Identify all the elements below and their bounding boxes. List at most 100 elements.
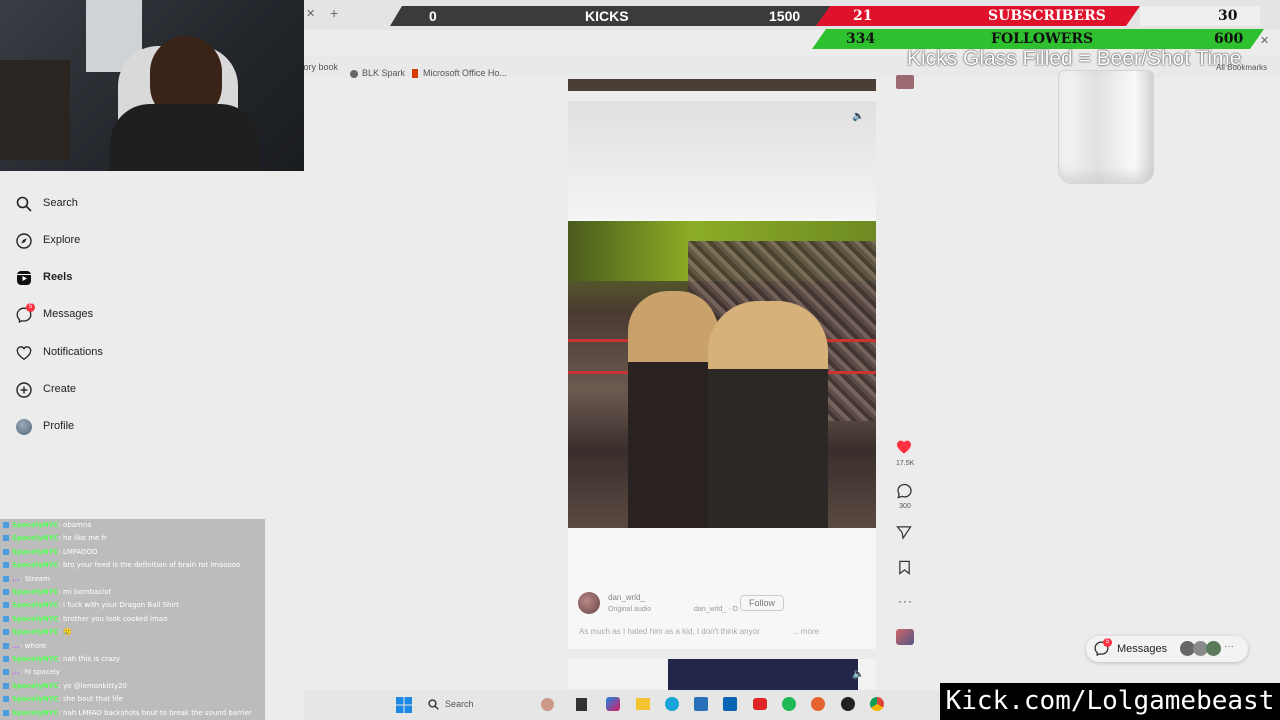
more-options-icon[interactable]: ··· [898,594,913,608]
save-bookmark-icon[interactable] [898,560,911,575]
chat-username[interactable]: SpacelyNYC [12,628,58,636]
chat-username[interactable]: SpacelyNYC [12,615,58,623]
file-explorer-icon[interactable] [636,698,650,710]
more-icon[interactable]: ··· [1224,641,1234,652]
followers-label: FOLLOWERS [991,31,1094,47]
chat-text: : he like me fr [58,534,107,543]
chat-username[interactable]: SpacelyNYC [12,561,58,569]
task-view-icon[interactable] [576,698,587,711]
chat-username[interactable]: SpacelyNYC [12,521,58,529]
chat-badge-icon [3,562,9,569]
mute-icon[interactable]: 🔈 [852,669,864,680]
spotify-icon[interactable] [782,697,796,711]
chat-message: ...: Stream [3,575,50,583]
bookmark-item[interactable]: BLK Spark [350,62,405,78]
copilot-icon[interactable] [606,697,620,711]
close-window-icon[interactable]: ✕ [1260,34,1269,47]
chat-message: ...: hi spacely [3,668,60,676]
stream-chat-overlay: SpacelyNYC: obamna SpacelyNYC: he like me… [0,519,265,720]
chat-badge-icon [3,682,9,689]
subscribers-goal: 30 [1218,8,1238,24]
floating-messages-button[interactable]: 5 Messages ··· [1086,636,1248,662]
subscribers-goal-bar: 21 SUBSCRIBERS [816,6,1140,26]
chrome-icon[interactable] [870,697,884,711]
sidebar-item-messages[interactable]: 5 Messages [16,303,216,327]
chat-badge-icon [3,548,9,555]
chat-text: : she bout that life [58,695,123,704]
reel-video[interactable] [568,221,876,528]
chat-badge-icon [3,535,9,542]
chat-text: : nah LMFAO backshots bout to break the … [58,708,252,717]
reel-caption: As much as I hated him as a kid, I don't… [579,627,760,636]
new-tab-icon[interactable]: + [330,5,338,21]
avatar-icon [16,419,32,435]
chat-text: : nah this is crazy [58,655,121,663]
chat-username[interactable]: SpacelyNYC [12,709,58,717]
bookmark-item[interactable]: Microsoft Office Ho... [412,62,507,79]
chat-text: : whore [19,641,47,650]
chat-message: SpacelyNYC: 🥲 [3,628,72,636]
previous-reel-edge [568,79,876,91]
author-username[interactable]: dan_wrld_ [608,593,645,602]
chat-badge-icon [3,589,9,595]
store-icon[interactable] [694,697,708,711]
chat-username[interactable]: SpacelyNYC [12,695,58,703]
chat-text: : LMFAOOO [58,547,98,556]
chat-text: : I fuck with your Dragon Ball Shirt [58,601,179,610]
chat-username[interactable]: ... [12,575,20,583]
sidebar-item-explore[interactable]: Explore [16,229,216,253]
avatar [1206,641,1221,656]
obs-icon[interactable] [841,697,855,711]
sidebar-item-reels[interactable]: Reels [16,266,216,290]
author-avatar[interactable] [578,592,600,614]
sidebar-item-notifications[interactable]: Notifications [16,341,216,365]
next-reel-card[interactable]: 🔈 [568,659,876,690]
follow-button[interactable]: Follow [740,595,785,611]
comment-count: 300 [899,503,911,510]
outlook-icon[interactable] [723,697,737,711]
edge-icon[interactable] [665,697,679,711]
chat-badge-icon [3,642,9,649]
sidebar-item-create[interactable]: Create [16,378,216,402]
chat-message: SpacelyNYC: he like me fr [3,534,107,542]
instagram-sidebar: Search Explore Reels 5 Messages Notifica… [0,171,222,511]
youtube-icon[interactable] [753,698,767,710]
close-tab-icon[interactable]: ✕ [306,7,315,20]
search-icon [428,699,439,710]
chat-username[interactable]: SpacelyNYC [12,682,58,690]
chat-message: SpacelyNYC: yo @lemonkitty20 [3,682,127,690]
chat-message: SpacelyNYC: mi bombaclot [3,588,111,596]
streamer-shirt [110,104,260,171]
chat-username[interactable]: SpacelyNYC [12,534,58,542]
chat-username[interactable]: SpacelyNYC [12,655,58,663]
like-heart-icon[interactable] [895,439,913,455]
sidebar-item-search[interactable]: Search [16,192,216,216]
windows-start-icon[interactable] [396,697,412,713]
chat-badge-icon [3,709,9,716]
shelf [0,60,70,160]
chat-username[interactable]: ... [12,668,20,676]
chat-message: SpacelyNYC: she bout that life [3,695,123,703]
chat-message: SpacelyNYC: brother you look cooked lmao [3,615,167,623]
chat-username[interactable]: SpacelyNYC [12,601,58,609]
office-icon [412,69,418,79]
share-icon[interactable] [896,525,912,540]
caption-more-link[interactable]: ... more [792,627,819,636]
prev-audio-thumb [896,75,914,89]
taskbar-search[interactable]: Search [445,699,474,709]
chat-username[interactable]: ... [12,642,20,650]
kicks-label: KICKS [585,8,629,24]
firefox-icon[interactable] [811,697,825,711]
reel-top-blur [568,101,876,219]
comment-icon[interactable] [896,483,913,499]
audio-thumbnail[interactable] [896,629,914,645]
sidebar-item-profile[interactable]: Profile [16,415,216,439]
audio-label[interactable]: Original audio [608,606,651,613]
chat-text: : mi bombaclot [58,588,112,596]
chat-username[interactable]: SpacelyNYC [12,588,58,596]
mute-icon[interactable]: 🔈 [852,111,864,122]
wrestler-left [628,291,718,528]
taskbar-widget-icon[interactable] [541,698,554,711]
chat-message: ...: whore [3,642,46,650]
chat-username[interactable]: SpacelyNYC [12,548,58,556]
